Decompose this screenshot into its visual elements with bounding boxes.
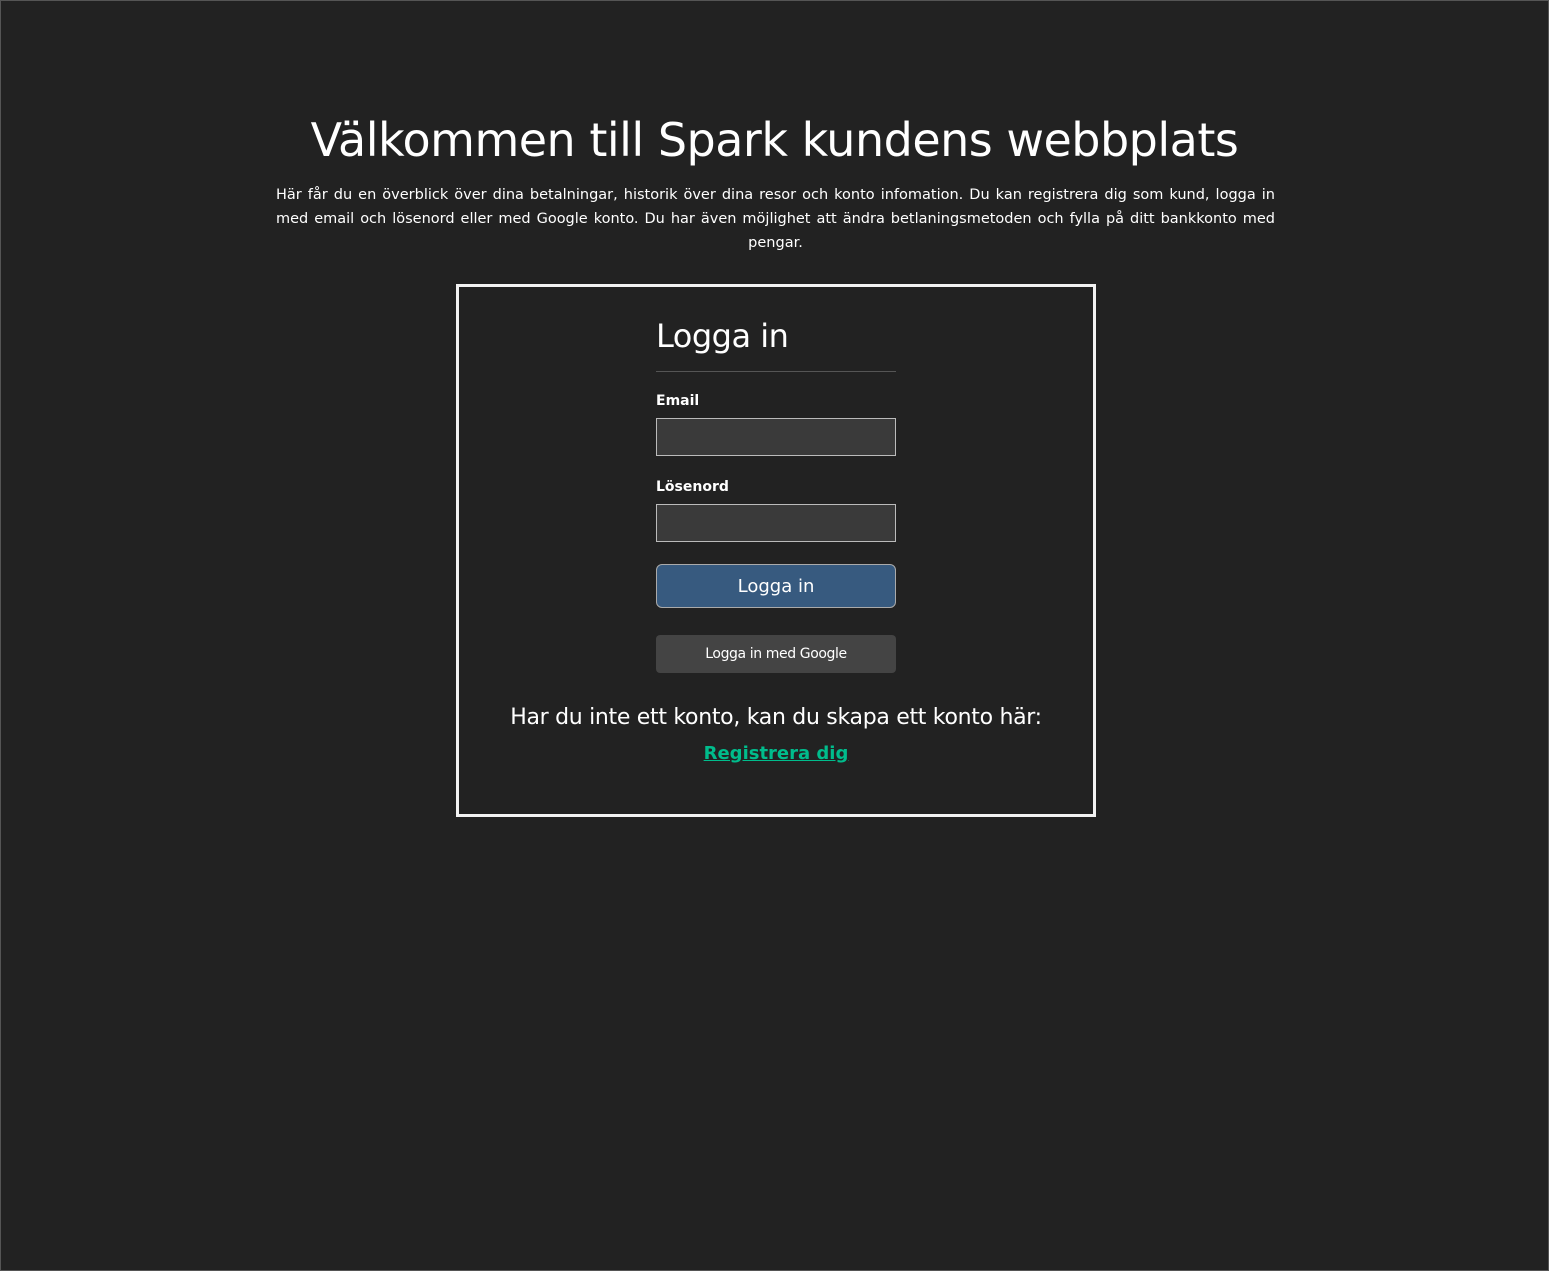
page-title: Välkommen till Spark kundens webbplats — [310, 113, 1239, 167]
login-box: Logga in Email Lösenord Logga in Logga i… — [456, 284, 1096, 817]
email-input[interactable] — [656, 418, 896, 456]
google-login-button[interactable]: Logga in med Google — [656, 635, 896, 673]
email-label: Email — [656, 393, 700, 409]
login-button[interactable]: Logga in — [656, 564, 896, 608]
register-container: Registrera dig — [459, 743, 1093, 764]
password-label: Lösenord — [656, 479, 729, 495]
divider — [656, 371, 896, 372]
no-account-text: Har du inte ett konto, kan du skapa ett … — [510, 705, 1042, 730]
login-heading: Logga in — [656, 317, 789, 355]
password-input[interactable] — [656, 504, 896, 542]
intro-text: Här får du en överblick över dina betaln… — [276, 187, 1275, 251]
register-link[interactable]: Registrera dig — [704, 743, 849, 764]
